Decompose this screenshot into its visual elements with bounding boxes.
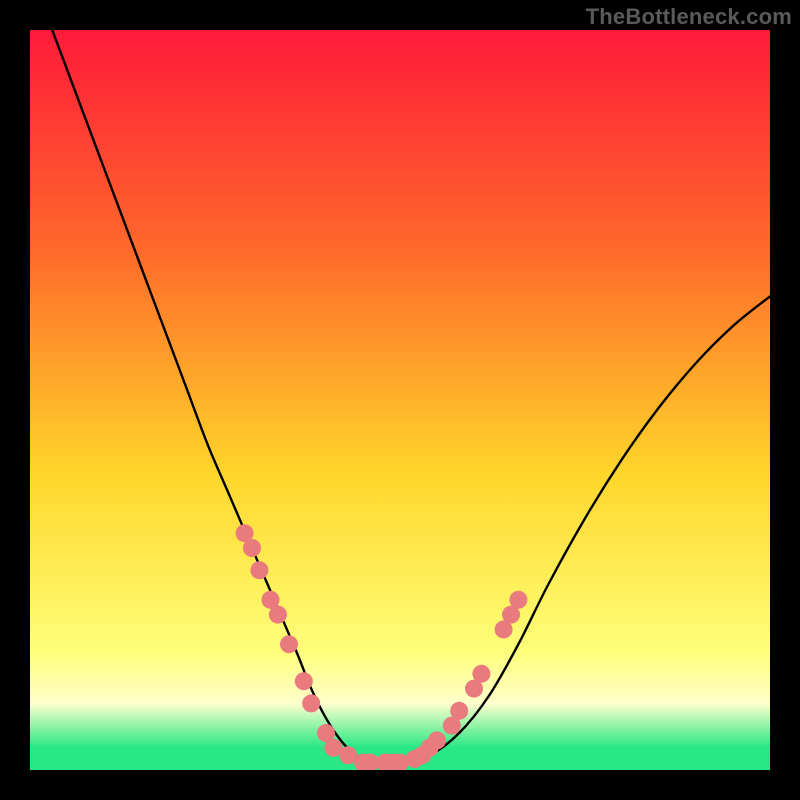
gradient-background	[30, 30, 770, 770]
watermark-text: TheBottleneck.com	[586, 4, 792, 30]
plot-area	[30, 30, 770, 770]
chart-stage: TheBottleneck.com	[0, 0, 800, 800]
